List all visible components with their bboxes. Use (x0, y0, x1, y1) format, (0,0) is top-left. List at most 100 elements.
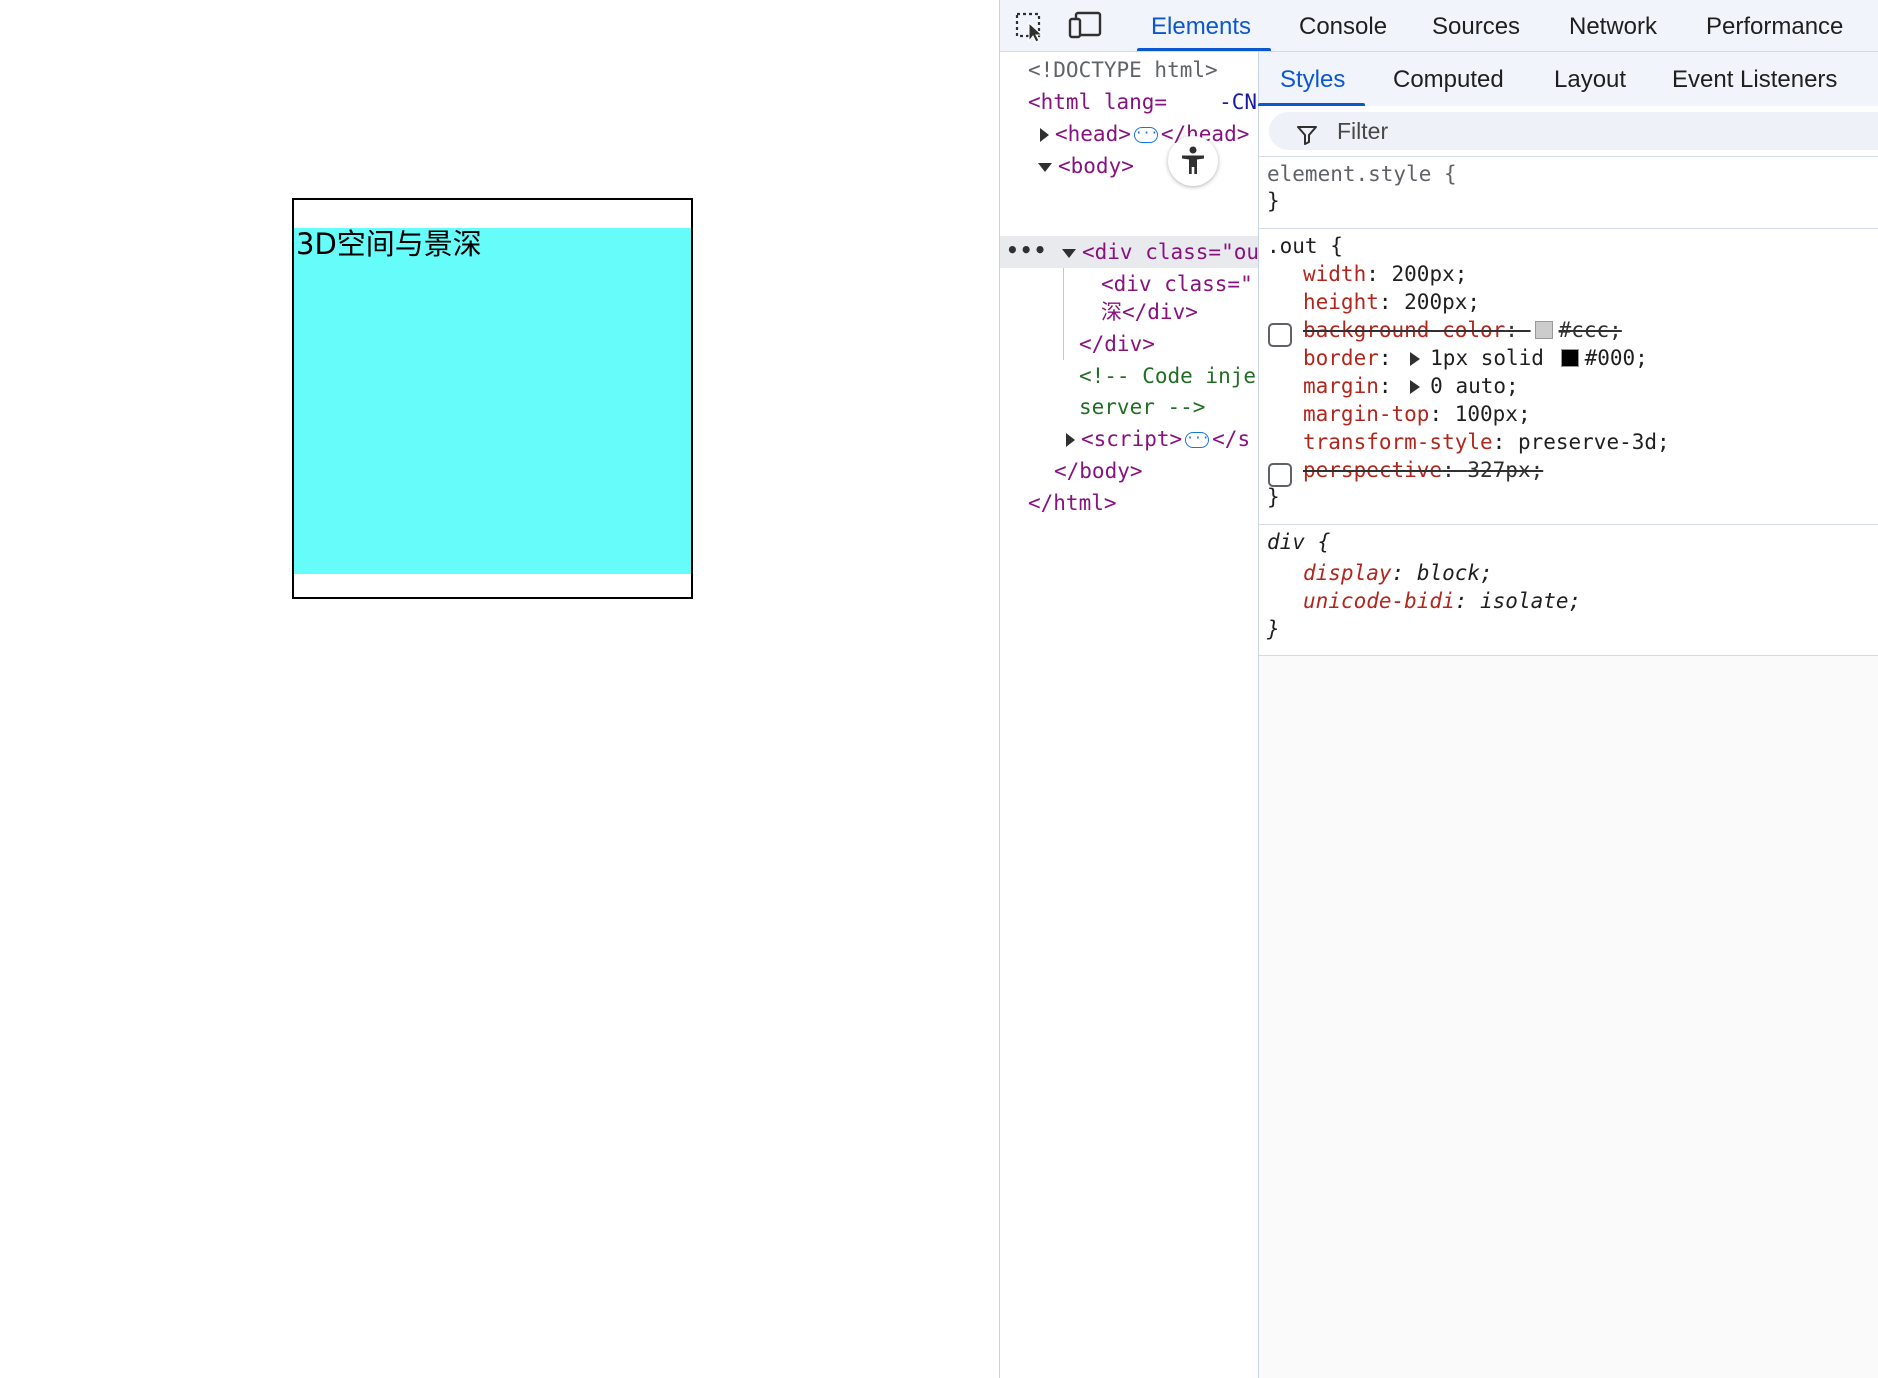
styles-filter-input[interactable]: Filter (1269, 112, 1878, 150)
color-swatch[interactable] (1534, 321, 1553, 339)
out-box[interactable]: 3D空间与景深 (292, 198, 693, 599)
comment-text-2: server --> (1079, 395, 1206, 419)
html-close-tag: </html> (1028, 491, 1117, 515)
expand-head-icon[interactable] (1040, 128, 1049, 142)
inspect-element-icon[interactable] (1012, 8, 1050, 44)
dom-tree: ••• <!DOCTYPE html> <html lang= -CN' <hea… (1000, 52, 1259, 1378)
prop-value: 1px solid (1430, 346, 1544, 370)
element-style-selector[interactable]: element.style { (1267, 160, 1457, 188)
tab-styles[interactable]: Styles (1257, 52, 1366, 106)
tab-layout[interactable]: Layout (1554, 52, 1626, 106)
expand-shorthand-icon[interactable] (1410, 352, 1421, 366)
collapse-div-icon[interactable] (1062, 248, 1076, 258)
script-open-tag: <script> (1081, 427, 1183, 451)
color-swatch[interactable] (1560, 349, 1579, 367)
div-rule-close: } (1267, 617, 1280, 641)
decl-border[interactable]: border: 1px solid #000; (1303, 344, 1648, 372)
tab-computed[interactable]: Computed (1393, 52, 1504, 106)
doctype-text: <!DOCTYPE html> (1028, 58, 1218, 82)
dom-doctype[interactable]: <!DOCTYPE html> (1028, 54, 1218, 86)
expand-script-icon[interactable] (1066, 433, 1075, 447)
tab-network[interactable]: Network (1569, 0, 1657, 51)
tab-event-listeners[interactable]: Event Listeners (1672, 52, 1837, 106)
tab-console[interactable]: Console (1299, 0, 1387, 51)
out-rule-selector[interactable]: .out { (1267, 232, 1343, 260)
devtools-panel: Elements Console Sources Network Perform… (999, 0, 1878, 1378)
dom-head-node[interactable]: <head> ··· </head> (1040, 118, 1249, 150)
prop-name: transform-style (1303, 430, 1493, 454)
prop-name: width (1303, 262, 1367, 286)
html-lang-value: -CN' (1219, 90, 1258, 114)
prop-name: margin (1303, 374, 1379, 398)
body-open-tag: <body> (1058, 154, 1134, 178)
styles-subtabbar: Styles Computed Layout Event Listeners (1257, 52, 1878, 106)
head-open-tag: <head> (1055, 122, 1131, 146)
div-rule-selector[interactable]: div { (1267, 528, 1330, 556)
collapsed-content-icon[interactable]: ··· (1185, 432, 1210, 448)
styles-empty-area (1259, 656, 1878, 1378)
prop-value: 200px; (1404, 290, 1481, 314)
div-out-open-tag: <div class="ou (1082, 240, 1259, 264)
styles-pane: Styles Computed Layout Event Listeners F… (1257, 52, 1878, 1378)
prop-value: 100px; (1454, 402, 1531, 426)
filter-placeholder: Filter (1337, 118, 1389, 144)
demo-heading-text: 3D空间与景深 (296, 227, 482, 261)
prop-value: preserve-3d; (1517, 430, 1670, 454)
dom-comment-node-cont[interactable]: server --> (1079, 391, 1205, 423)
comment-text-1: <!-- Code inje (1079, 364, 1257, 388)
decl-width[interactable]: width: 200px; (1303, 260, 1467, 288)
div-close-tag: </div> (1079, 332, 1155, 356)
prop-value: #000; (1584, 346, 1648, 370)
prop-value: 0 auto; (1430, 374, 1519, 398)
tree-guide-line (1063, 268, 1064, 360)
inner-box[interactable] (294, 228, 691, 574)
decl-perspective[interactable]: perspective: 327px; (1303, 456, 1543, 484)
filter-icon (1297, 126, 1317, 145)
prop-name: background-color (1303, 318, 1506, 342)
device-toolbar-icon[interactable] (1066, 8, 1104, 44)
decl-margin-top[interactable]: margin-top: 100px; (1303, 400, 1531, 428)
prop-value: block; (1416, 561, 1493, 585)
decl-margin[interactable]: margin: 0 auto; (1303, 372, 1519, 400)
styles-filter-row: Filter (1259, 106, 1878, 157)
prop-name: border (1303, 346, 1379, 370)
toggle-background-color-checkbox[interactable] (1268, 323, 1292, 347)
dom-html-close[interactable]: </html> (1028, 487, 1117, 519)
decl-height[interactable]: height: 200px; (1303, 288, 1480, 316)
decl-transform-style[interactable]: transform-style: preserve-3d; (1303, 428, 1670, 456)
out-rule-close: } (1267, 485, 1280, 509)
div-inner-text: 深</div> (1101, 300, 1198, 324)
prop-value: 200px; (1391, 262, 1468, 286)
prop-name: perspective (1303, 458, 1443, 482)
collapse-body-icon[interactable] (1038, 162, 1052, 172)
dom-html-node[interactable]: <html lang= -CN' (1028, 86, 1258, 118)
dom-div-close[interactable]: </div> (1079, 328, 1155, 360)
devtools-main-tabbar: Elements Console Sources Network Perform… (1000, 0, 1878, 52)
decl-display[interactable]: display: block; (1303, 559, 1493, 587)
tab-sources[interactable]: Sources (1432, 0, 1520, 51)
dom-div-inner-text[interactable]: 深</div> (1101, 296, 1198, 328)
collapsed-content-icon[interactable]: ··· (1133, 127, 1158, 143)
dom-body-node[interactable]: <body> (1038, 150, 1134, 182)
rule-divider (1259, 228, 1878, 229)
expand-shorthand-icon[interactable] (1410, 380, 1421, 394)
dom-div-out-node[interactable]: <div class="ou (1062, 236, 1259, 268)
tab-performance[interactable]: Performance (1706, 0, 1843, 51)
node-actions-button[interactable]: ••• (1006, 236, 1047, 268)
accessibility-icon[interactable] (1168, 136, 1218, 186)
dom-script-node[interactable]: <script> ··· </s (1066, 423, 1250, 455)
prop-value: 327px; (1467, 458, 1544, 482)
decl-unicode-bidi[interactable]: unicode-bidi: isolate; (1303, 587, 1581, 615)
dom-comment-node[interactable]: <!-- Code inje (1079, 360, 1256, 392)
rule-divider (1259, 524, 1878, 525)
page-viewport: 3D空间与景深 (0, 0, 1000, 1378)
prop-name: margin-top (1303, 402, 1430, 426)
html-open-tag: <html lang= (1028, 90, 1168, 114)
dom-body-close[interactable]: </body> (1054, 455, 1143, 487)
decl-background-color[interactable]: background-color: #ccc; (1303, 316, 1622, 344)
tab-elements[interactable]: Elements (1136, 0, 1272, 51)
script-close-tag: </s (1212, 427, 1251, 451)
prop-name: display (1303, 561, 1392, 585)
div-inner-open-tag: <div class=" (1101, 272, 1253, 296)
body-close-tag: </body> (1054, 459, 1143, 483)
